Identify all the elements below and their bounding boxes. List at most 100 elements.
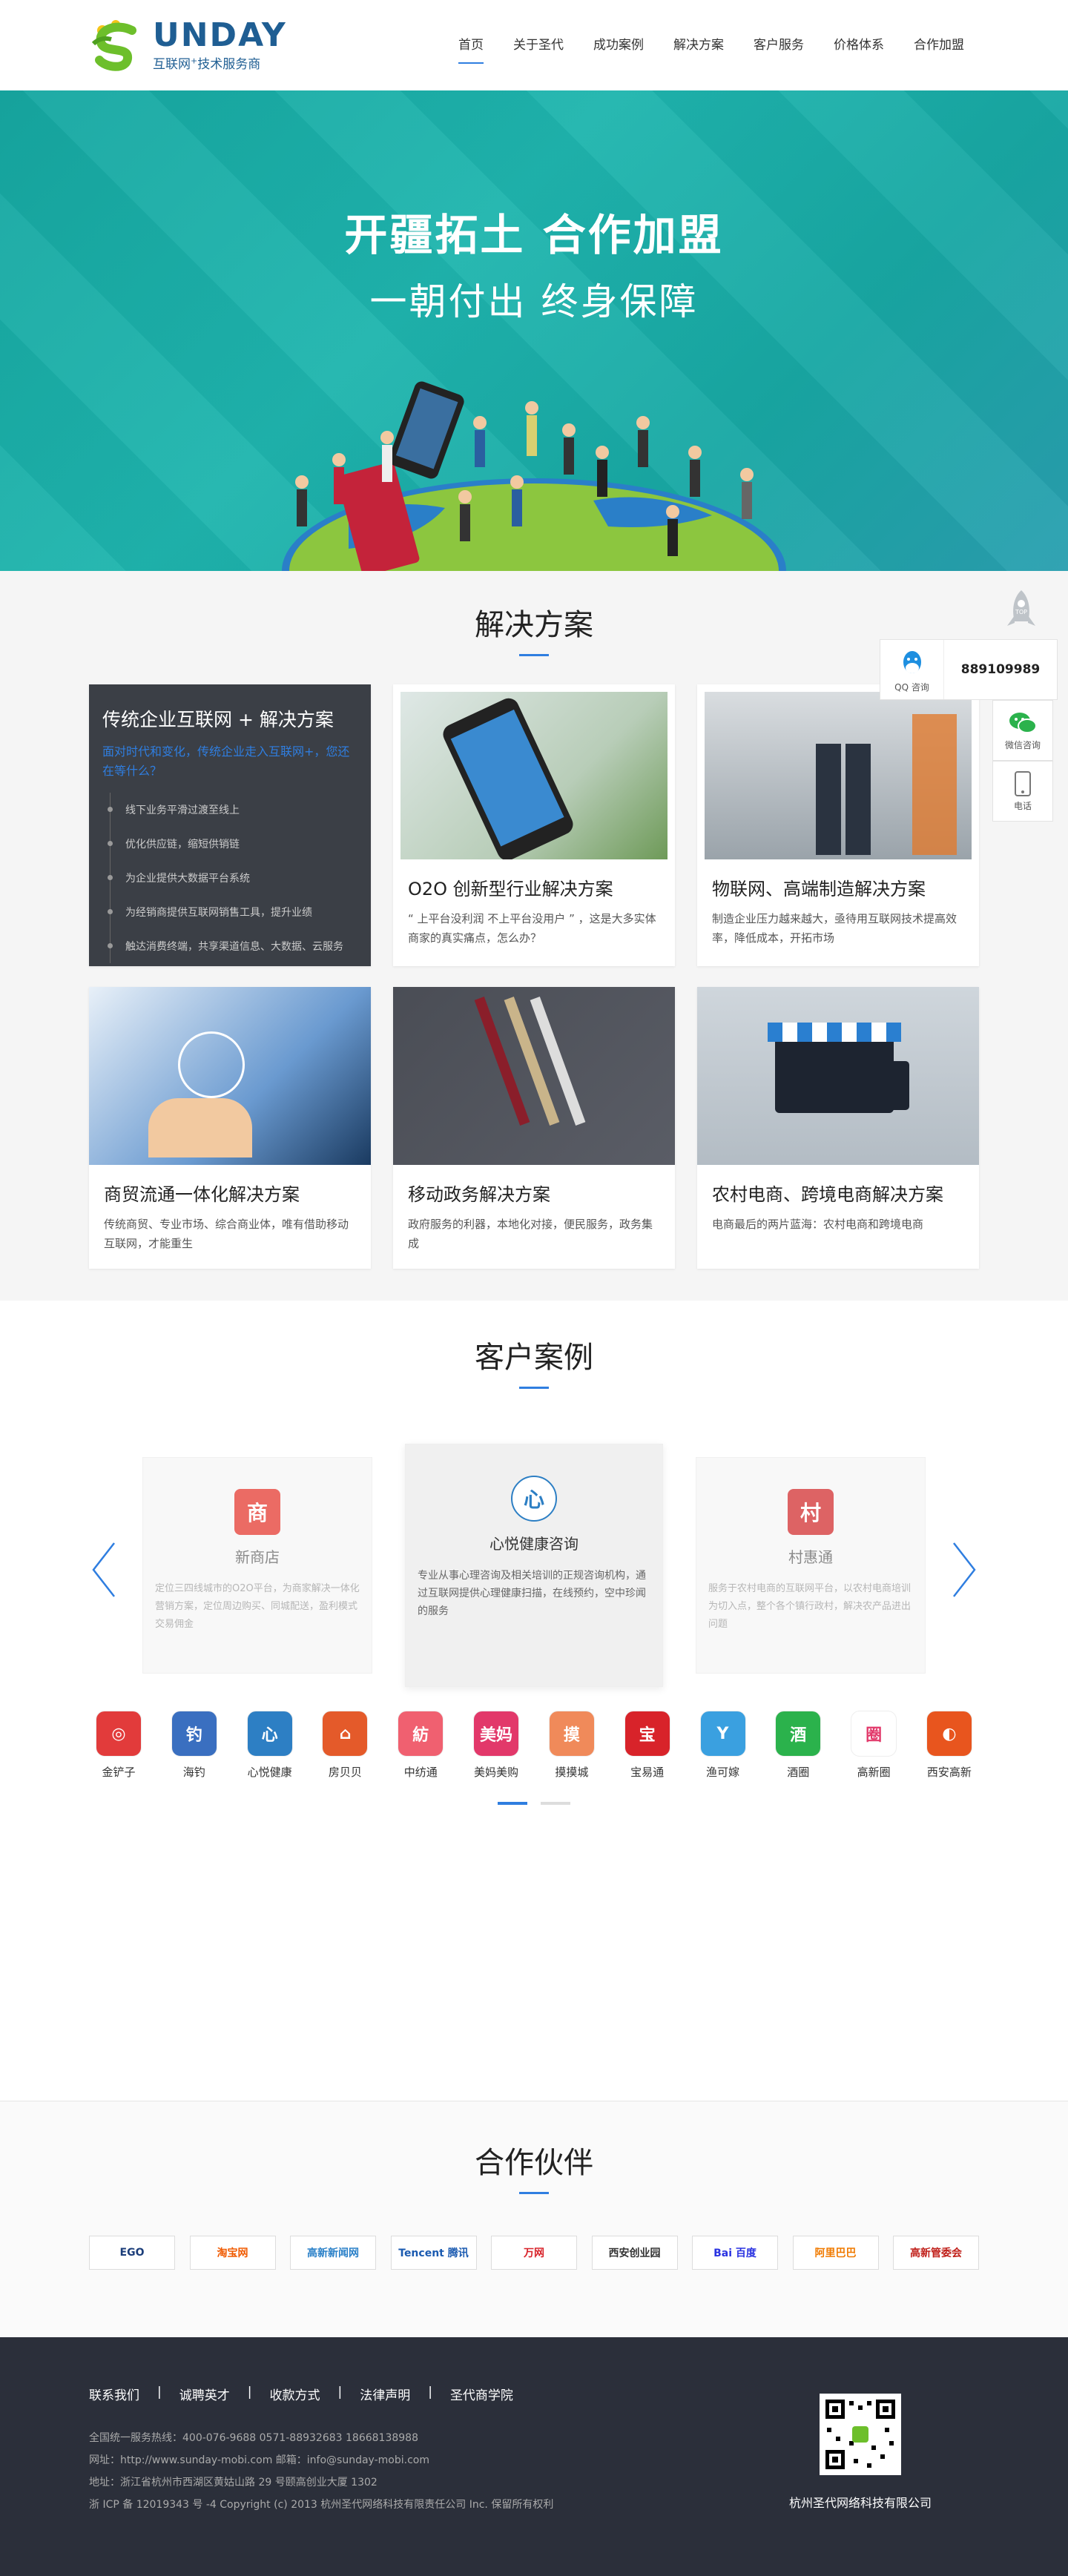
client-logo-icon: 钓 xyxy=(171,1711,217,1757)
svg-text:TOP: TOP xyxy=(1015,609,1027,615)
solution-title: 移动政务解决方案 xyxy=(408,1184,550,1205)
footer-link-legal[interactable]: 法律声明 xyxy=(360,2385,410,2403)
case-name: 心悦健康咨询 xyxy=(490,1535,578,1553)
partner-logo[interactable]: Tencent 腾讯 xyxy=(390,2236,477,2270)
solution-desc: 政府服务的利器，本地化对接，便民服务，政务集成 xyxy=(408,1218,653,1250)
wechat-consult-button[interactable]: 微信咨询 xyxy=(992,700,1053,761)
footer-link-payment[interactable]: 收款方式 xyxy=(269,2385,320,2403)
list-item: 触达消费终端，共享渠道信息、大数据、云服务 xyxy=(108,929,357,963)
banner-subtitle: 一朝付出 终身保障 xyxy=(369,280,699,323)
solution-desc: 制造企业压力越来越大，亟待用互联网技术提高效率，降低成本，开拓市场 xyxy=(712,912,957,945)
banner-title: 开疆拓土 合作加盟 xyxy=(344,210,724,260)
solution-card-ecommerce[interactable]: 农村电商、跨境电商解决方案 电商最后的两片蓝海：农村电商和跨境电商 xyxy=(697,987,979,1269)
cases-title: 客户案例 xyxy=(475,1341,593,1375)
nav-item-join[interactable]: 合作加盟 xyxy=(899,31,979,59)
carousel-prev-button[interactable] xyxy=(89,1540,119,1599)
client-logo-name: 摸摸城 xyxy=(555,1766,589,1779)
main-nav: 首页 关于圣代 成功案例 解决方案 客户服务 价格体系 合作加盟 xyxy=(444,31,979,64)
wechat-label: 微信咨询 xyxy=(1004,740,1041,750)
partner-logo[interactable]: 阿里巴巴 xyxy=(792,2236,879,2270)
nav-item-solutions[interactable]: 解决方案 xyxy=(659,31,739,59)
brand-slogan: 互联网+技术服务商 xyxy=(153,55,261,72)
banner-illustration xyxy=(282,381,786,571)
footer: 联系我们 | 诚聘英才 | 收款方式 | 法律声明 | 圣代商学院 全国统一服务热线：4… xyxy=(0,2337,1068,2576)
qq-number: 889109989 xyxy=(960,662,1041,677)
client-logo-icon: ◎ xyxy=(96,1711,142,1757)
partner-logo[interactable]: 高新管委会 xyxy=(893,2236,979,2270)
client-logo-name: 西安高新 xyxy=(926,1766,972,1779)
client-logo[interactable]: 美妈 美妈美购 xyxy=(467,1711,526,1780)
solution-card-traditional[interactable]: 传统企业互联网 + 解决方案 面对时代和变化，传统企业走入互联网+，您还在等什么… xyxy=(89,684,371,966)
client-logo-icon: 宝 xyxy=(624,1711,670,1757)
qr-code-icon xyxy=(820,2394,901,2475)
client-logo[interactable]: 心心悦健康 xyxy=(240,1711,300,1780)
partner-logo[interactable]: 万网 xyxy=(491,2236,577,2270)
sunday-logo-icon xyxy=(89,17,145,73)
client-logo[interactable]: 圈高新圈 xyxy=(844,1711,903,1780)
wechat-icon xyxy=(1009,713,1037,733)
partner-logo[interactable]: 西安创业园 xyxy=(591,2236,678,2270)
list-item: 线下业务平滑过渡至线上 xyxy=(108,793,357,827)
case-name: 新商店 xyxy=(235,1548,280,1566)
phone-button[interactable]: 电话 xyxy=(992,761,1053,822)
footer-link-jobs[interactable]: 诚聘英才 xyxy=(179,2385,230,2403)
case-card[interactable]: 村 村惠通 服务于农村电商的互联网平台，以农村电商培训为切入点，整个各个镇行政村… xyxy=(696,1457,926,1674)
client-logo-icon: 美妈 xyxy=(473,1711,520,1757)
case-name: 村惠通 xyxy=(788,1548,833,1566)
carousel-dot-active[interactable] xyxy=(498,1802,527,1805)
nav-item-home[interactable]: 首页 xyxy=(444,31,498,64)
client-logo[interactable]: ◎ 金铲子 xyxy=(89,1711,148,1780)
carousel-next-button[interactable] xyxy=(949,1540,979,1599)
client-logo[interactable]: 宝宝易通 xyxy=(618,1711,677,1780)
client-logo-icon: ◐ xyxy=(926,1711,972,1757)
client-logo[interactable]: Y 渔可嫁 xyxy=(693,1711,753,1780)
client-logo-name: 渔可嫁 xyxy=(705,1766,739,1779)
case-desc: 专业从事心理咨询及相关培训的正规咨询机构，通过互联网提供心理健康扫描，在线预约，… xyxy=(418,1570,646,1617)
footer-link-contact[interactable]: 联系我们 xyxy=(89,2385,139,2403)
carousel-dots xyxy=(89,1802,979,1805)
qq-icon xyxy=(903,651,921,673)
partner-logo[interactable]: 高新新闻网 xyxy=(290,2236,376,2270)
solution-card-gov[interactable]: 移动政务解决方案 政府服务的利器，本地化对接，便民服务，政务集成 xyxy=(393,987,675,1269)
client-logo-icon: 紡 xyxy=(398,1711,444,1757)
client-logo-name: 酒圈 xyxy=(787,1766,810,1779)
case-desc: 服务于农村电商的互联网平台，以农村电商培训为切入点，整个各个镇行政村，解决农产品… xyxy=(708,1583,912,1630)
client-logo[interactable]: ◐ 西安高新 xyxy=(920,1711,979,1780)
carousel-dot[interactable] xyxy=(541,1802,570,1805)
client-logo[interactable]: 摸摸摸城 xyxy=(542,1711,601,1780)
case-card[interactable]: 商 新商店 定位三四线城市的O2O平台，为商家解决一体化营销方案，定位周边购买、… xyxy=(142,1457,372,1674)
case-card-active[interactable]: 心 心悦健康咨询 专业从事心理咨询及相关培训的正规咨询机构，通过互联网提供心理健… xyxy=(405,1444,663,1687)
partner-logo[interactable]: 淘宝网 xyxy=(189,2236,276,2270)
nav-item-cases[interactable]: 成功案例 xyxy=(578,31,659,59)
solution-card-trade[interactable]: 商贸流通一体化解决方案 传统商贸、专业市场、综合商业体，唯有借助移动互联网，才能… xyxy=(89,987,371,1269)
client-logo[interactable]: 紡中纺通 xyxy=(391,1711,450,1780)
footer-company: 杭州圣代网络科技有限公司 xyxy=(788,2496,932,2510)
qq-consult[interactable]: QQ 咨询 889109989 xyxy=(880,639,1058,700)
nav-item-service[interactable]: 客户服务 xyxy=(739,31,819,59)
phone-label: 电话 xyxy=(1013,801,1032,811)
partners-section: 合作伙伴 EGO 淘宝网 高新新闻网 Tencent 腾讯 万网 西安创业园 Bai 百度阿… xyxy=(0,2101,1068,2337)
client-logo[interactable]: ⌂ 房贝贝 xyxy=(315,1711,375,1780)
client-logo-name: 海钓 xyxy=(182,1766,205,1779)
side-contact-widget: TOP QQ 咨询 889109989 微信咨询 电话 xyxy=(880,589,1058,822)
solution-desc: 电商最后的两片蓝海：农村电商和跨境电商 xyxy=(712,1218,924,1231)
partner-logo[interactable]: EGO xyxy=(89,2236,175,2270)
o2o-image xyxy=(400,692,668,859)
partner-list: EGO 淘宝网 高新新闻网 Tencent 腾讯 万网 西安创业园 Bai 百度 阿里巴巴 高新… xyxy=(89,2236,979,2270)
client-logo[interactable]: 酒酒圈 xyxy=(768,1711,828,1780)
partners-title: 合作伙伴 xyxy=(475,2146,593,2180)
client-logo-icon: Y xyxy=(699,1711,746,1757)
back-to-top-button[interactable]: TOP xyxy=(1004,589,1038,633)
nav-item-about[interactable]: 关于圣代 xyxy=(498,31,578,59)
client-logo[interactable]: 钓海钓 xyxy=(165,1711,224,1780)
footer-link-academy[interactable]: 圣代商学院 xyxy=(450,2385,513,2403)
solution-title: 物联网、高端制造解决方案 xyxy=(712,879,926,899)
nav-item-pricing[interactable]: 价格体系 xyxy=(819,31,899,59)
partner-logo[interactable]: Bai 百度 xyxy=(692,2236,778,2270)
client-logo-name: 美妈美购 xyxy=(474,1766,519,1779)
solution-card-o2o[interactable]: O2O 创新型行业解决方案 “ 上平台没利润 不上平台没用户 ” ，这是大多实体… xyxy=(393,684,675,966)
logo[interactable]: UNDAY 互联网+技术服务商 xyxy=(89,17,287,73)
case-carousel: 商 新商店 定位三四线城市的O2O平台，为商家解决一体化营销方案，定位周边购买、… xyxy=(89,1444,979,1703)
trade-image xyxy=(89,987,371,1165)
client-logo-icon: ⌂ xyxy=(322,1711,369,1757)
